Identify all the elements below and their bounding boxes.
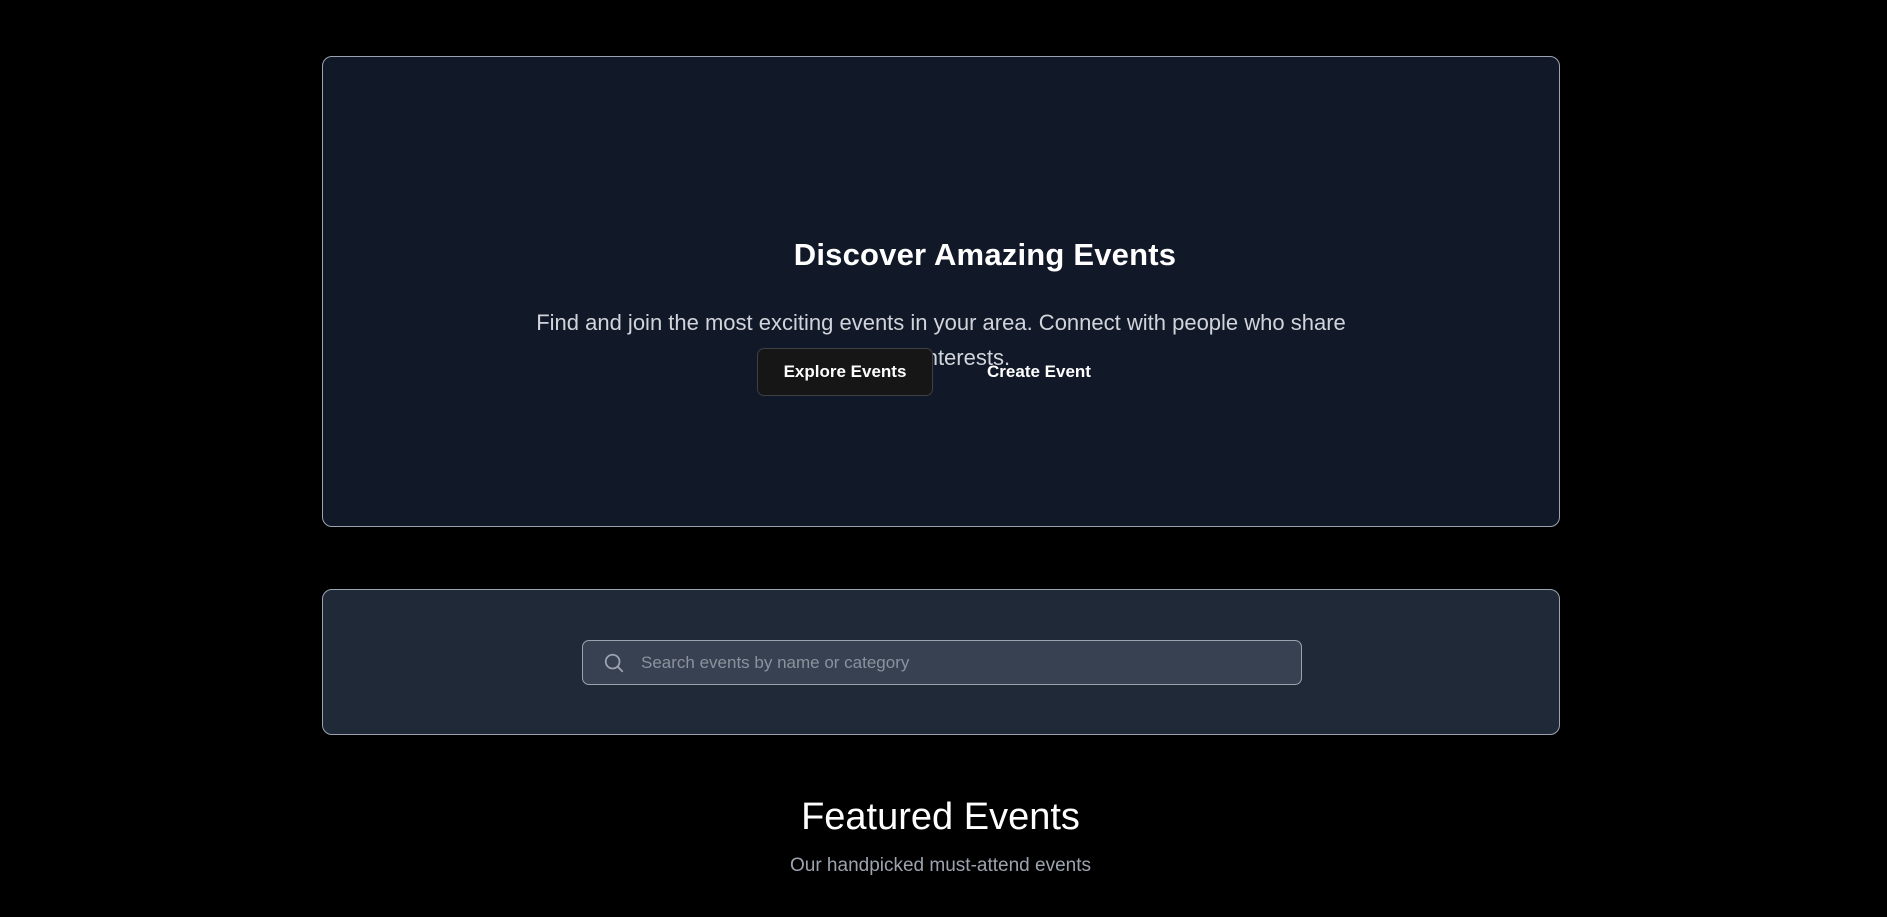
hero-description: Find and join the most exciting events i… (536, 310, 1346, 370)
featured-events-subtitle: Our handpicked must-attend events (789, 855, 1091, 876)
search-panel (322, 589, 1560, 735)
create-event-button[interactable]: Create Event (951, 348, 1127, 396)
search-box[interactable] (582, 640, 1302, 685)
search-icon (604, 653, 624, 673)
explore-events-button[interactable]: Explore Events (757, 348, 933, 396)
page: Discover Amazing Events Find and join th… (0, 0, 1887, 917)
featured-events-title: Featured Events (801, 796, 1080, 838)
hero-section: Discover Amazing Events Find and join th… (322, 56, 1560, 527)
hero-title: Discover Amazing Events (793, 237, 1177, 272)
search-input[interactable] (641, 641, 1281, 684)
